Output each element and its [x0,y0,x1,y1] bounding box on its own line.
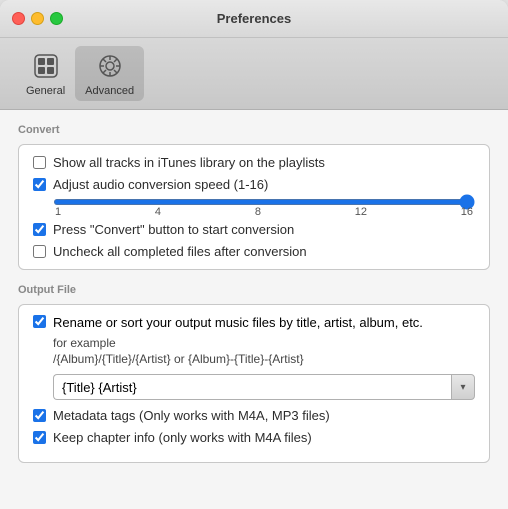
format-input-row: ▾ [53,374,475,400]
slider-ticks: 1 4 8 12 16 [53,206,475,218]
output-section-title: Output File [18,284,490,296]
show-all-tracks-row: Show all tracks in iTunes library on the… [33,155,475,170]
maximize-button[interactable] [50,12,63,25]
show-all-tracks-checkbox[interactable] [33,156,46,169]
titlebar: Preferences [0,0,508,38]
content-area: Convert Show all tracks in iTunes librar… [0,110,508,509]
metadata-label[interactable]: Metadata tags (Only works with M4A, MP3 … [53,408,330,423]
general-label: General [26,85,65,97]
slider-wrapper: 1 4 8 12 16 [53,199,475,218]
chevron-down-icon: ▾ [460,382,465,393]
press-convert-row: Press "Convert" button to start conversi… [33,222,475,237]
adjust-audio-row: Adjust audio conversion speed (1-16) [33,177,475,192]
bottom-checkboxes: Metadata tags (Only works with M4A, MP3 … [33,408,475,445]
uncheck-completed-checkbox[interactable] [33,245,46,258]
general-icon [30,50,62,82]
tick-1: 1 [55,206,61,218]
uncheck-completed-row: Uncheck all completed files after conver… [33,244,475,259]
chapter-label[interactable]: Keep chapter info (only works with M4A f… [53,430,312,445]
speed-slider[interactable] [53,199,475,205]
tick-12: 12 [355,206,367,218]
format-input[interactable] [53,374,451,400]
output-section-box: Rename or sort your output music files b… [18,304,490,463]
output-section: Output File Rename or sort your output m… [18,284,490,463]
format-dropdown-button[interactable]: ▾ [451,374,475,400]
tick-8: 8 [255,206,261,218]
speed-slider-container: 1 4 8 12 16 [53,199,475,218]
traffic-lights [12,12,63,25]
press-convert-label[interactable]: Press "Convert" button to start conversi… [53,222,294,237]
toolbar: General Advanced [0,38,508,110]
show-all-tracks-label[interactable]: Show all tracks in iTunes library on the… [53,155,325,170]
advanced-label: Advanced [85,85,134,97]
chapter-row: Keep chapter info (only works with M4A f… [33,430,475,445]
press-convert-checkbox[interactable] [33,223,46,236]
toolbar-general[interactable]: General [16,46,75,101]
example-label: for example [53,336,475,350]
preferences-window: Preferences General [0,0,508,509]
uncheck-completed-label[interactable]: Uncheck all completed files after conver… [53,244,307,259]
advanced-icon [94,50,126,82]
convert-section-box: Show all tracks in iTunes library on the… [18,144,490,270]
toolbar-advanced[interactable]: Advanced [75,46,144,101]
chapter-checkbox[interactable] [33,431,46,444]
rename-row: Rename or sort your output music files b… [33,315,475,330]
rename-label[interactable]: Rename or sort your output music files b… [53,315,423,330]
convert-section: Convert Show all tracks in iTunes librar… [18,124,490,270]
example-format: /{Album}/{Title}/{Artist} or {Album}-{Ti… [53,352,475,366]
tick-4: 4 [155,206,161,218]
minimize-button[interactable] [31,12,44,25]
window-title: Preferences [217,11,291,26]
tick-16: 16 [461,206,473,218]
metadata-row: Metadata tags (Only works with M4A, MP3 … [33,408,475,423]
adjust-audio-label[interactable]: Adjust audio conversion speed (1-16) [53,177,268,192]
rename-checkbox[interactable] [33,315,46,328]
adjust-audio-checkbox[interactable] [33,178,46,191]
example-block: for example /{Album}/{Title}/{Artist} or… [53,336,475,366]
metadata-checkbox[interactable] [33,409,46,422]
convert-section-title: Convert [18,124,490,136]
close-button[interactable] [12,12,25,25]
